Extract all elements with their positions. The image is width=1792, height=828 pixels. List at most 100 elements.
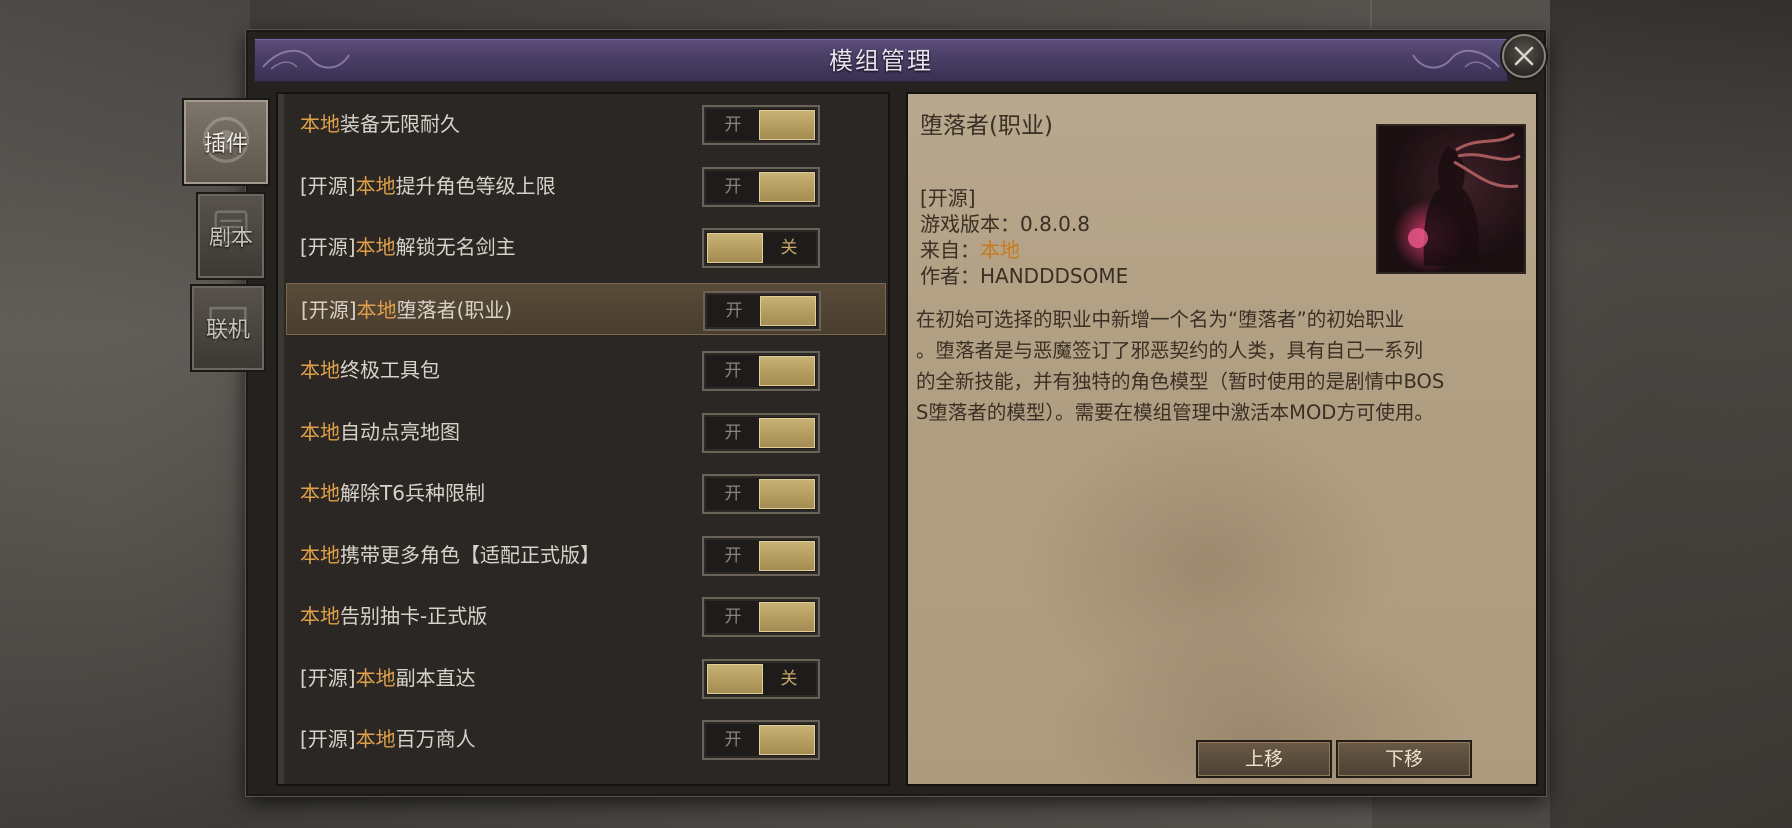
mod-open-source-tag: [开源] (300, 235, 356, 259)
mod-source: 本地 (355, 727, 396, 751)
mod-source: 本地 (356, 297, 397, 322)
description-line: 的全新技能，并有独特的角色模型（暂时使用的是剧情中BOS (916, 370, 1445, 393)
mod-source: 本地 (355, 235, 396, 259)
description-line: 。堕落者是与恶魔签订了邪恶契约的人类，具有自己一系列 (916, 339, 1424, 362)
version-label: 游戏版本： (920, 212, 1020, 236)
mod-list[interactable]: 本地装备无限耐久开 [开源]本地提升角色等级上限开 [开源]本地解锁无名剑主关 [开源… (276, 92, 890, 786)
detail-version-line: 游戏版本：0.8.0.8 (920, 208, 1090, 237)
mod-title: 告别抽卡-正式版 (340, 604, 488, 628)
scrollbar-track[interactable] (278, 94, 284, 784)
mod-source: 本地 (300, 604, 340, 628)
ornament-right-icon (1412, 49, 1500, 70)
toggle-state-text: 开 (725, 300, 743, 321)
mod-title: 堕落者(职业) (396, 297, 513, 322)
mod-title: 装备无限耐久 (340, 112, 460, 136)
tab-plugins-label: 插件 (203, 132, 248, 157)
mod-title: 百万商人 (395, 727, 476, 751)
mod-name: 本地告别抽卡-正式版 (300, 590, 487, 642)
mod-source: 本地 (300, 481, 340, 505)
mod-row[interactable]: [开源]本地提升角色等级上限 开 (286, 160, 886, 212)
mod-source: 本地 (300, 419, 340, 444)
mod-name: 本地装备无限耐久 (300, 98, 460, 150)
mod-source: 本地 (300, 358, 340, 382)
move-up-button[interactable]: 上移 (1196, 740, 1332, 778)
mod-row[interactable]: 本地携带更多角色【适配正式版】 开 (286, 529, 886, 581)
mod-title: 解除T6兵种限制 (340, 481, 485, 505)
fallen-character-icon (1408, 132, 1521, 266)
source-value: 本地 (980, 238, 1020, 262)
toggle-knob (759, 171, 815, 202)
mod-name: [开源]本地百万商人 (300, 713, 476, 765)
move-down-button[interactable]: 下移 (1336, 740, 1472, 778)
detail-author-line: 作者：HANDDDSOME (920, 260, 1128, 289)
mod-toggle[interactable]: 关 (702, 228, 820, 268)
dialog-title: 模组管理 (829, 47, 933, 75)
mod-toggle[interactable]: 开 (702, 597, 820, 637)
mod-open-source-tag: [开源] (300, 665, 356, 690)
mod-name: [开源]本地解锁无名剑主 (300, 221, 516, 273)
mod-description: 在初始可选择的职业中新增一个名为“堕落者”的初始职业 。堕落者是与恶魔签订了邪恶… (916, 304, 1536, 428)
mod-row[interactable]: [开源]本地副本直达 关 (286, 652, 886, 704)
author-label: 作者： (920, 264, 980, 288)
mod-source: 本地 (300, 542, 340, 567)
mod-toggle[interactable]: 开 (702, 412, 820, 453)
mod-row[interactable]: 本地装备无限耐久 开 (286, 98, 886, 150)
mod-name: [开源]本地堕落者(职业) (301, 284, 512, 336)
mod-title: 自动点亮地图 (340, 419, 460, 444)
mod-toggle[interactable]: 开 (702, 351, 820, 391)
mod-toggle[interactable]: 开 (703, 290, 821, 331)
tab-scripts[interactable]: 剧本 (196, 192, 266, 280)
tab-scripts-label: 剧本 (208, 226, 253, 251)
mod-title: 携带更多角色【适配正式版】 (340, 542, 600, 567)
mod-row[interactable]: 本地自动点亮地图 开 (286, 406, 886, 458)
toggle-knob (759, 356, 815, 386)
mod-detail-panel: 堕落者(职业) [开源] 游戏版本：0.8.0.8 来自：本地 作者：HANDD… (906, 92, 1538, 786)
mod-title: 提升角色等级上限 (395, 173, 556, 198)
mod-toggle[interactable]: 开 (702, 105, 820, 145)
mod-toggle[interactable]: 开 (702, 474, 820, 514)
detail-title: 堕落者(职业) (920, 113, 1053, 139)
toggle-state-text: 开 (724, 545, 742, 566)
toggle-knob (759, 479, 815, 509)
mod-row[interactable]: 本地终极工具包 开 (286, 344, 886, 396)
mod-manager-dialog: 模组管理 插件 剧本 联机 本地装备无限耐久开 [开源]本地提升角色等级上限 开… (182, 30, 1546, 796)
toggle-state-text: 开 (724, 607, 742, 627)
mod-title: 副本直达 (395, 665, 476, 690)
mod-row[interactable]: [开源]本地解锁无名剑主 关 (286, 221, 886, 273)
toggle-state-text: 关 (780, 668, 798, 689)
mod-open-source-tag: [开源] (300, 727, 356, 751)
mod-row[interactable]: 本地解除T6兵种限制 开 (286, 467, 886, 519)
mod-portrait-image (1376, 124, 1526, 274)
detail-open-source-tag: [开源] (920, 186, 976, 210)
toggle-knob (759, 725, 815, 755)
mod-row[interactable]: [开源]本地百万商人 开 (286, 713, 886, 765)
toggle-state-text: 开 (724, 730, 742, 750)
mod-name: [开源]本地副本直达 (300, 652, 476, 704)
mod-toggle[interactable]: 开 (702, 166, 820, 207)
mod-title: 终极工具包 (340, 358, 440, 382)
toggle-knob (759, 540, 815, 571)
mod-name: 本地自动点亮地图 (300, 406, 460, 458)
title-bar: 模组管理 (254, 38, 1508, 82)
mod-toggle[interactable]: 开 (702, 535, 820, 576)
mod-name: [开源]本地提升角色等级上限 (300, 160, 556, 212)
mod-name: 本地携带更多角色【适配正式版】 (300, 529, 600, 581)
toggle-knob (759, 602, 815, 632)
source-label: 来自： (920, 238, 980, 262)
author-value: HANDDDSOME (980, 264, 1129, 288)
toggle-knob (759, 417, 815, 448)
tab-plugins[interactable]: 插件 (182, 98, 270, 186)
mod-open-source-tag: [开源] (301, 297, 357, 322)
toggle-state-text: 开 (724, 484, 742, 504)
toggle-knob (707, 663, 763, 694)
tab-multiplayer[interactable]: 联机 (190, 284, 266, 372)
toggle-knob (707, 233, 763, 263)
toggle-state-text: 关 (780, 238, 798, 258)
toggle-knob (759, 110, 815, 140)
mod-toggle[interactable]: 开 (702, 720, 820, 760)
mod-row[interactable]: [开源]本地堕落者(职业) 开 (286, 282, 886, 336)
mod-row[interactable]: 本地告别抽卡-正式版 开 (286, 590, 886, 642)
mod-toggle[interactable]: 关 (702, 658, 820, 699)
close-button[interactable] (1502, 34, 1546, 78)
toggle-state-text: 开 (724, 176, 742, 197)
